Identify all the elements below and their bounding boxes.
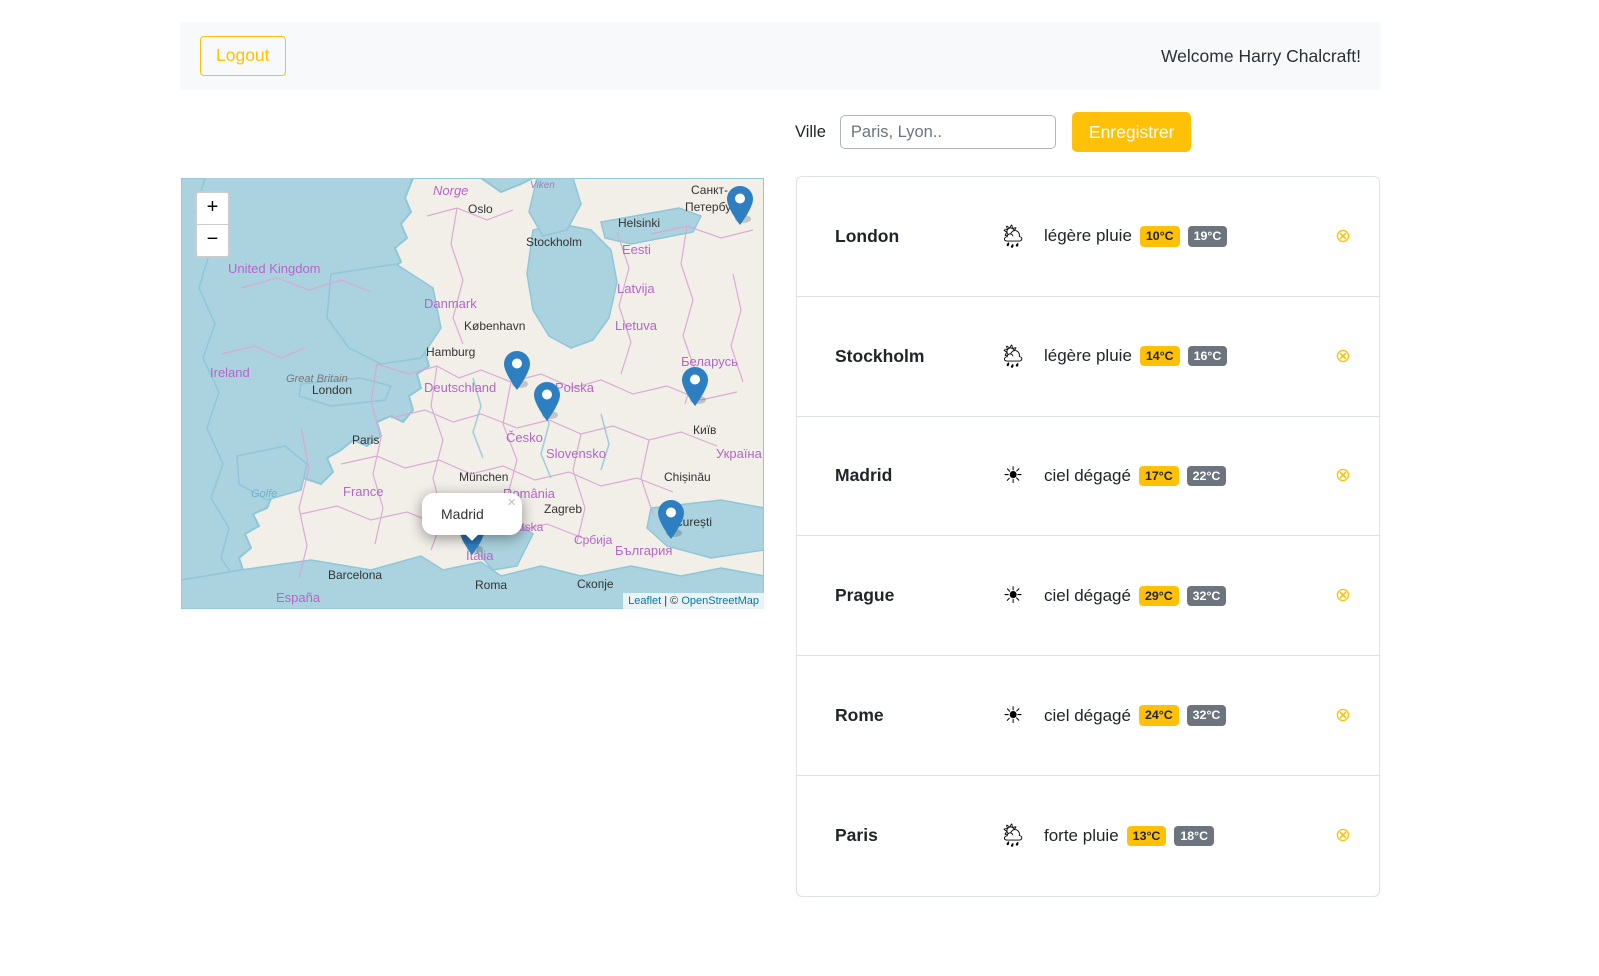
top-header: Logout Welcome Harry Chalcraft! <box>180 22 1381 90</box>
weather-row: Prague ☀ ciel dégagé 29°C 32°C ⊗ <box>797 536 1379 657</box>
delete-city-button[interactable]: ⊗ <box>1307 466 1379 485</box>
city-name: Stockholm <box>835 345 925 366</box>
weather-row: Rome ☀ ciel dégagé 24°C 32°C ⊗ <box>797 656 1379 776</box>
map-pin-icon <box>727 186 753 225</box>
leaflet-link[interactable]: Leaflet <box>628 595 661 607</box>
attribution-separator: | © <box>661 595 682 607</box>
weather-summary: 🌦 forte pluie 13°C 18°C <box>990 824 1307 847</box>
weather-row: Stockholm 🌦 légère pluie 14°C 16°C ⊗ <box>797 297 1379 417</box>
map-marker-prague[interactable] <box>682 367 708 407</box>
city-name: Madrid <box>835 465 893 486</box>
sun-icon: ☀ <box>1002 582 1024 609</box>
map-marker-rome[interactable] <box>658 500 684 540</box>
map-pin-icon <box>504 351 530 390</box>
temp-min-badge: 24°C <box>1138 705 1179 726</box>
temp-max-badge: 18°C <box>1174 825 1215 847</box>
logout-button[interactable]: Logout <box>200 36 286 76</box>
weather-row: Paris 🌦 forte pluie 13°C 18°C ⊗ <box>797 776 1379 896</box>
weather-description: ciel dégagé <box>1044 705 1131 725</box>
app-root: Logout Welcome Harry Chalcraft! Ville En… <box>0 0 1599 976</box>
ville-label: Ville <box>795 122 826 141</box>
temp-min-badge: 17°C <box>1138 465 1179 487</box>
weather-list: London 🌦 légère pluie 10°C 19°C ⊗ Stockholm 🌦 lé… <box>796 176 1380 897</box>
delete-city-button[interactable]: ⊗ <box>1307 706 1379 725</box>
weather-summary: 🌦 légère pluie 10°C 19°C <box>990 222 1307 249</box>
popup-title: Madrid <box>441 506 484 522</box>
map-marker-london[interactable] <box>504 351 530 391</box>
popup-close-icon[interactable]: × <box>507 495 516 510</box>
temp-max-badge: 32°C <box>1186 585 1227 606</box>
rain-sun-icon: 🌦 <box>998 342 1028 369</box>
sun-icon: ☀ <box>1002 702 1024 729</box>
weather-description: légère pluie <box>1044 226 1132 246</box>
enregistrer-button[interactable]: Enregistrer <box>1071 112 1192 153</box>
weather-row: Madrid ☀ ciel dégagé 17°C 22°C ⊗ <box>797 417 1379 537</box>
map-pin-icon <box>534 382 560 421</box>
add-city-form: Ville Enregistrer <box>795 112 1192 153</box>
weather-summary: ☀ ciel dégagé 29°C 32°C <box>990 584 1307 607</box>
weather-summary: 🌦 légère pluie 14°C 16°C <box>990 342 1307 369</box>
temp-max-badge: 22°C <box>1186 465 1227 487</box>
map-pin-icon <box>658 500 684 539</box>
temp-min-badge: 13°C <box>1126 825 1167 847</box>
temp-max-badge: 32°C <box>1186 705 1227 726</box>
weather-description: ciel dégagé <box>1044 465 1131 485</box>
temp-max-badge: 16°C <box>1187 345 1228 367</box>
leaflet-map[interactable]: Norge Oslo Viken Санкт- Петербург Stockholm He… <box>181 178 764 609</box>
popup-bubble: Madrid × <box>422 493 522 535</box>
temp-min-badge: 14°C <box>1139 345 1180 367</box>
popup-tip <box>462 534 482 544</box>
map-zoom-controls[interactable]: + − <box>195 191 230 258</box>
delete-city-button[interactable]: ⊗ <box>1307 347 1379 366</box>
temp-max-badge: 19°C <box>1187 226 1228 247</box>
openstreetmap-link[interactable]: OpenStreetMap <box>681 595 759 607</box>
rain-sun-icon: 🌦 <box>998 222 1028 249</box>
zoom-out-button[interactable]: − <box>197 225 228 256</box>
map-attribution: Leaflet | © OpenStreetMap <box>623 593 764 609</box>
welcome-message: Welcome Harry Chalcraft! <box>1160 45 1361 66</box>
weather-summary: ☀ ciel dégagé 17°C 22°C <box>990 464 1307 487</box>
delete-city-button[interactable]: ⊗ <box>1307 227 1379 246</box>
city-name: Rome <box>835 705 884 726</box>
zoom-in-button[interactable]: + <box>197 193 228 225</box>
rain-sun-icon: 🌦 <box>998 822 1028 849</box>
weather-row: London 🌦 légère pluie 10°C 19°C ⊗ <box>797 177 1379 297</box>
delete-city-button[interactable]: ⊗ <box>1307 826 1379 845</box>
weather-description: forte pluie <box>1044 825 1119 845</box>
weather-description: légère pluie <box>1044 346 1132 366</box>
sun-icon: ☀ <box>1002 462 1024 489</box>
map-popup-madrid[interactable]: Madrid × <box>422 493 522 535</box>
delete-city-button[interactable]: ⊗ <box>1307 586 1379 605</box>
temp-min-badge: 10°C <box>1139 226 1180 247</box>
map-pin-icon <box>682 367 708 406</box>
map-marker-stockholm[interactable] <box>727 186 753 226</box>
city-name: London <box>835 225 900 246</box>
temp-min-badge: 29°C <box>1138 585 1179 606</box>
city-name: Paris <box>835 825 878 846</box>
map-marker-paris[interactable] <box>534 382 560 422</box>
weather-summary: ☀ ciel dégagé 24°C 32°C <box>990 704 1307 727</box>
city-name: Prague <box>835 585 895 606</box>
weather-description: ciel dégagé <box>1044 585 1131 605</box>
ville-input[interactable] <box>839 115 1056 150</box>
